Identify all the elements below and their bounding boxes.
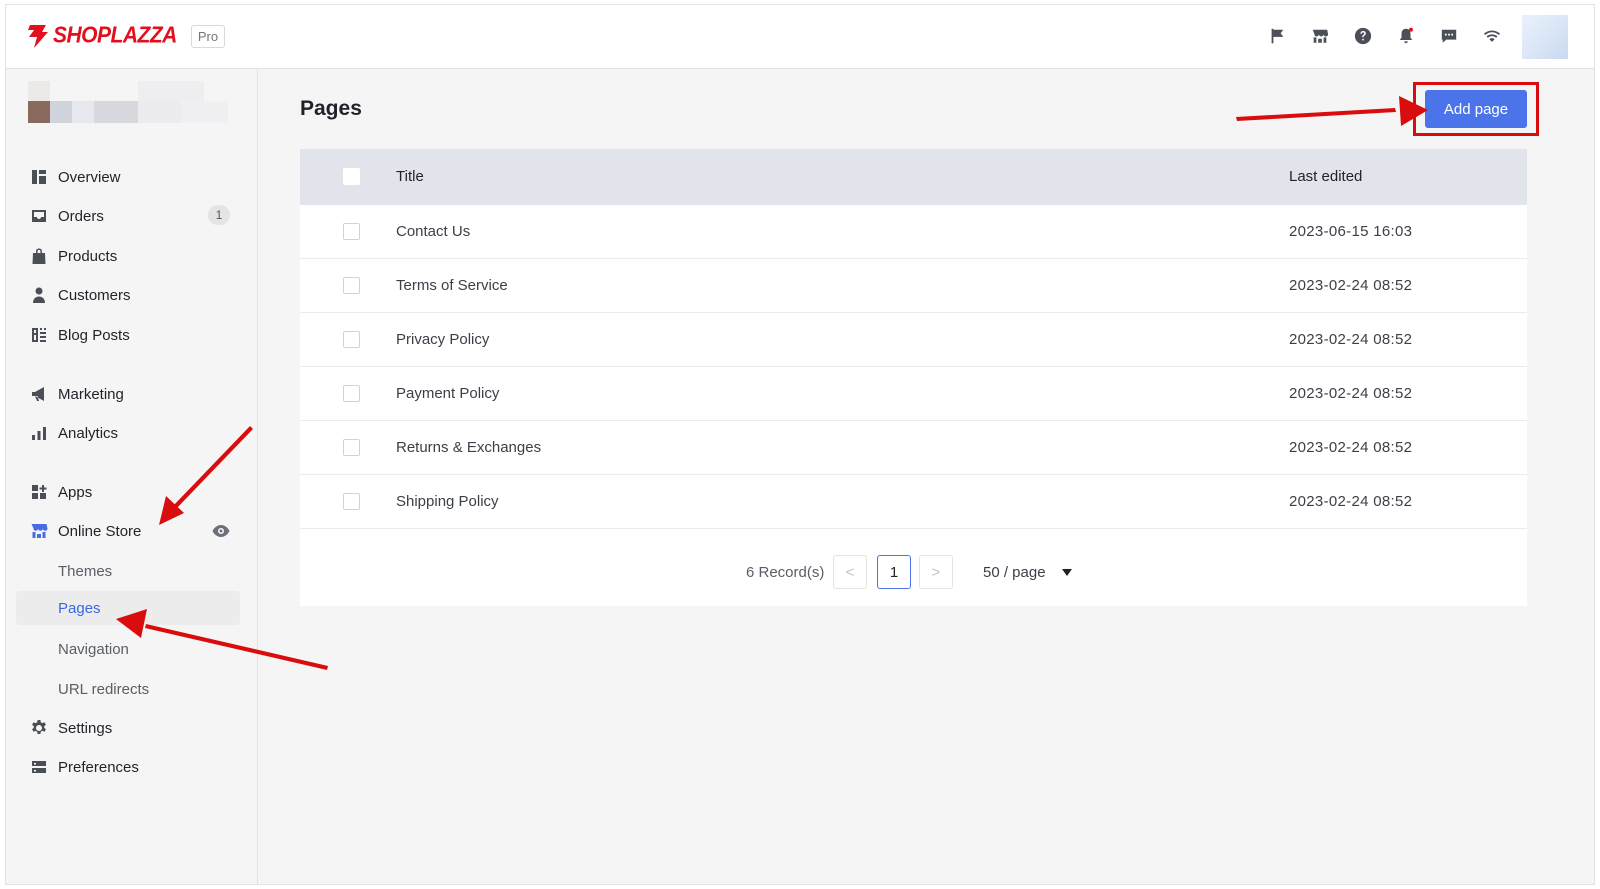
last-edited-cell: 2023-02-24 08:52 (1289, 385, 1413, 402)
sidebar-item-settings[interactable]: Settings (16, 711, 240, 745)
shopping-bag-icon (30, 247, 48, 265)
storefront-icon[interactable] (1310, 26, 1330, 46)
table-row[interactable]: Terms of Service 2023-02-24 08:52 (300, 259, 1527, 313)
row-checkbox[interactable] (343, 331, 360, 348)
user-avatar[interactable] (1522, 15, 1568, 59)
table-row[interactable]: Contact Us 2023-06-15 16:03 (300, 205, 1527, 259)
view-store-eye-icon[interactable] (212, 523, 230, 539)
sidebar-item-overview[interactable]: Overview (16, 160, 240, 194)
sidebar-item-label: Themes (58, 562, 113, 580)
blog-icon (30, 326, 48, 344)
bar-chart-icon (30, 424, 48, 442)
sidebar-item-label: Navigation (58, 640, 129, 658)
page-number-button[interactable]: 1 (877, 555, 911, 589)
sidebar-item-navigation[interactable]: Navigation (16, 632, 240, 666)
row-checkbox[interactable] (343, 439, 360, 456)
inbox-icon (30, 207, 48, 225)
page-title-cell[interactable]: Contact Us (396, 223, 470, 240)
pagination: 6 Record(s) < 1 > 50 / page (300, 554, 1527, 590)
last-edited-cell: 2023-02-24 08:52 (1289, 439, 1413, 456)
select-all-checkbox[interactable] (343, 168, 360, 185)
sidebar-item-label: Preferences (58, 758, 139, 776)
flag-icon[interactable] (1267, 26, 1287, 46)
notification-bell-icon[interactable] (1396, 26, 1416, 46)
per-page-select[interactable]: 50 / page (983, 564, 1046, 581)
sidebar-item-label: URL redirects (58, 680, 150, 698)
sidebar-item-label: Blog Posts (58, 326, 130, 344)
store-avatar[interactable] (28, 81, 228, 123)
page-title-cell[interactable]: Returns & Exchanges (396, 439, 541, 456)
page-title-cell[interactable]: Terms of Service (396, 277, 508, 294)
sidebar-item-apps[interactable]: Apps (16, 475, 240, 509)
sidebar-item-pages[interactable]: Pages (16, 591, 240, 625)
plan-badge: Pro (190, 24, 226, 48)
top-bar: SHOPLAZZA Pro (6, 5, 1594, 69)
record-count: 6 Record(s) (746, 564, 825, 581)
last-edited-cell: 2023-02-24 08:52 (1289, 277, 1413, 294)
help-icon[interactable] (1353, 26, 1373, 46)
top-icon-bar (1267, 26, 1502, 46)
sidebar-item-blog-posts[interactable]: Blog Posts (16, 318, 240, 352)
table-header: Title Last edited (300, 149, 1527, 205)
sidebar-item-label: Settings (58, 719, 113, 737)
sidebar-item-label: Customers (58, 286, 131, 304)
sidebar-item-preferences[interactable]: Preferences (16, 750, 240, 784)
sidebar-item-analytics[interactable]: Analytics (16, 416, 240, 450)
chevron-down-icon[interactable] (1062, 569, 1072, 576)
messages-icon[interactable] (1439, 26, 1459, 46)
online-store-icon (30, 522, 48, 540)
wifi-icon[interactable] (1482, 26, 1502, 46)
row-checkbox[interactable] (343, 223, 360, 240)
add-page-button[interactable]: Add page (1425, 90, 1527, 128)
page-title-cell[interactable]: Privacy Policy (396, 331, 489, 348)
megaphone-icon (30, 385, 48, 403)
sidebar-item-label: Online Store (58, 522, 142, 540)
sidebar-item-label: Analytics (58, 424, 119, 442)
orders-count-badge: 1 (208, 205, 230, 225)
page-title: Pages (300, 97, 362, 120)
sidebar-item-url-redirects[interactable]: URL redirects (16, 672, 240, 706)
sidebar-item-label: Overview (58, 168, 121, 186)
preferences-icon (30, 758, 48, 776)
gear-icon (30, 719, 48, 737)
brand-name: SHOPLAZZA (53, 22, 177, 49)
pages-table: Title Last edited Contact Us 2023-06-15 … (300, 149, 1527, 606)
last-edited-cell: 2023-02-24 08:52 (1289, 493, 1413, 510)
page-title-cell[interactable]: Payment Policy (396, 385, 499, 402)
sidebar-item-label: Apps (58, 483, 93, 501)
app-window: SHOPLAZZA Pro Overview Orders 1 Products… (5, 4, 1595, 885)
sidebar-item-label: Marketing (58, 385, 124, 403)
sidebar-item-label: Pages (58, 599, 101, 617)
table-row[interactable]: Shipping Policy 2023-02-24 08:52 (300, 475, 1527, 529)
table-row[interactable]: Returns & Exchanges 2023-02-24 08:52 (300, 421, 1527, 475)
apps-grid-icon (30, 483, 48, 501)
sidebar-item-customers[interactable]: Customers (16, 278, 240, 312)
last-edited-cell: 2023-06-15 16:03 (1289, 223, 1413, 240)
sidebar-item-label: Orders (58, 207, 104, 225)
table-row[interactable]: Payment Policy 2023-02-24 08:52 (300, 367, 1527, 421)
sidebar-item-products[interactable]: Products (16, 239, 240, 273)
column-header-last-edited[interactable]: Last edited (1289, 168, 1362, 185)
next-page-button[interactable]: > (919, 555, 953, 589)
table-row[interactable]: Privacy Policy 2023-02-24 08:52 (300, 313, 1527, 367)
dashboard-icon (30, 168, 48, 186)
page-title-cell[interactable]: Shipping Policy (396, 493, 499, 510)
sidebar-item-marketing[interactable]: Marketing (16, 377, 240, 411)
brand-logo[interactable]: SHOPLAZZA Pro (26, 22, 226, 49)
column-header-title[interactable]: Title (396, 168, 424, 185)
row-checkbox[interactable] (343, 277, 360, 294)
sidebar-item-label: Products (58, 247, 118, 265)
shoplazza-logo-icon (28, 25, 48, 48)
row-checkbox[interactable] (343, 493, 360, 510)
sidebar-item-themes[interactable]: Themes (16, 554, 240, 588)
sidebar-item-online-store[interactable]: Online Store (16, 514, 240, 548)
person-icon (30, 286, 48, 304)
sidebar: Overview Orders 1 Products Customers Blo… (6, 69, 258, 884)
last-edited-cell: 2023-02-24 08:52 (1289, 331, 1413, 348)
sidebar-item-orders[interactable]: Orders 1 (16, 199, 240, 233)
row-checkbox[interactable] (343, 385, 360, 402)
prev-page-button[interactable]: < (833, 555, 867, 589)
